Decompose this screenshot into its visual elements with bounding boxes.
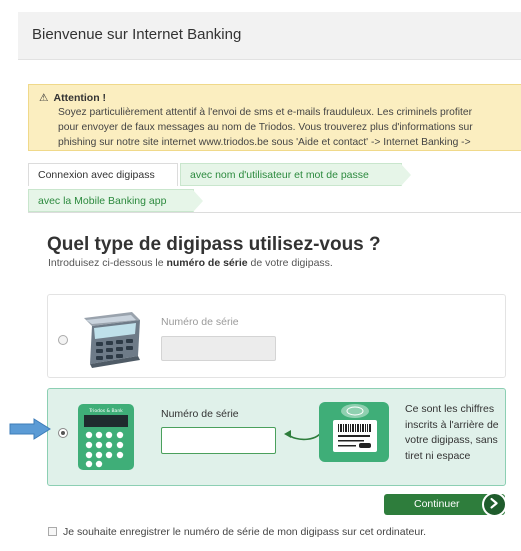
alert-line: phishing sur notre site internet www.tri…: [58, 137, 471, 148]
save-serial-checkbox[interactable]: [48, 527, 57, 536]
alert-line: Soyez particulièrement attentif à l'envo…: [58, 107, 473, 118]
serial-number-hint: Ce sont les chiffres inscrits à l'arrièr…: [405, 403, 499, 462]
tab-arrow-shape: [401, 164, 411, 186]
continue-label: Continuer: [414, 498, 460, 510]
radio-digipass-green[interactable]: [58, 428, 68, 438]
serial-number-input-grey[interactable]: [161, 336, 276, 361]
tab-username-password[interactable]: avec nom d'utilisateur et mot de passe: [180, 163, 411, 186]
tab-arrow-shape: [193, 190, 203, 212]
subtitle-bold-text: numéro de série: [166, 257, 248, 269]
question-subtitle: Introduisez ci-dessous le numéro de séri…: [48, 257, 333, 269]
welcome-header: Bienvenue sur Internet Banking: [18, 12, 521, 60]
radio-digipass-grey[interactable]: [58, 335, 68, 345]
tab-mobile-banking-app[interactable]: avec la Mobile Banking app: [28, 189, 203, 212]
green-digipass-icon: Triodos & Bank: [78, 404, 134, 470]
tab-mobile-label: avec la Mobile Banking app: [38, 195, 167, 207]
serial-number-input[interactable]: [161, 427, 276, 454]
digipass-back-icon: [319, 402, 389, 462]
question-title: Quel type de digipass utilisez-vous ?: [47, 234, 381, 255]
arrow-right-icon: [9, 418, 51, 440]
alert-line: pour envoyer de faux messages au nom de …: [58, 122, 473, 133]
tab-digipass[interactable]: Connexion avec digipass: [28, 163, 178, 186]
phishing-alert: ⚠ Attention ! Soyez particulièrement att…: [28, 84, 521, 151]
alert-heading: ⚠ Attention !: [39, 92, 106, 104]
serial-number-label: Numéro de série: [161, 408, 239, 420]
grey-digipass-icon: [84, 312, 140, 368]
subtitle-text-end: de votre digipass.: [247, 257, 333, 269]
save-serial-label: Je souhaite enregistrer le numéro de sér…: [63, 526, 427, 538]
subtitle-text: Introduisez ci-dessous le: [48, 257, 167, 269]
tab-username-password-label: avec nom d'utilisateur et mot de passe: [190, 169, 369, 181]
page-title: Bienvenue sur Internet Banking: [32, 26, 242, 43]
serial-number-label: Numéro de série: [161, 316, 239, 328]
internet-banking-login-page: Bienvenue sur Internet Banking ⚠ Attenti…: [0, 0, 521, 551]
chevron-right-icon: [482, 492, 507, 517]
device-brand: Triodos & Bank: [88, 408, 123, 414]
warning-icon: ⚠: [39, 92, 49, 104]
continue-button[interactable]: Continuer: [384, 492, 507, 517]
alert-title: Attention !: [53, 92, 107, 104]
